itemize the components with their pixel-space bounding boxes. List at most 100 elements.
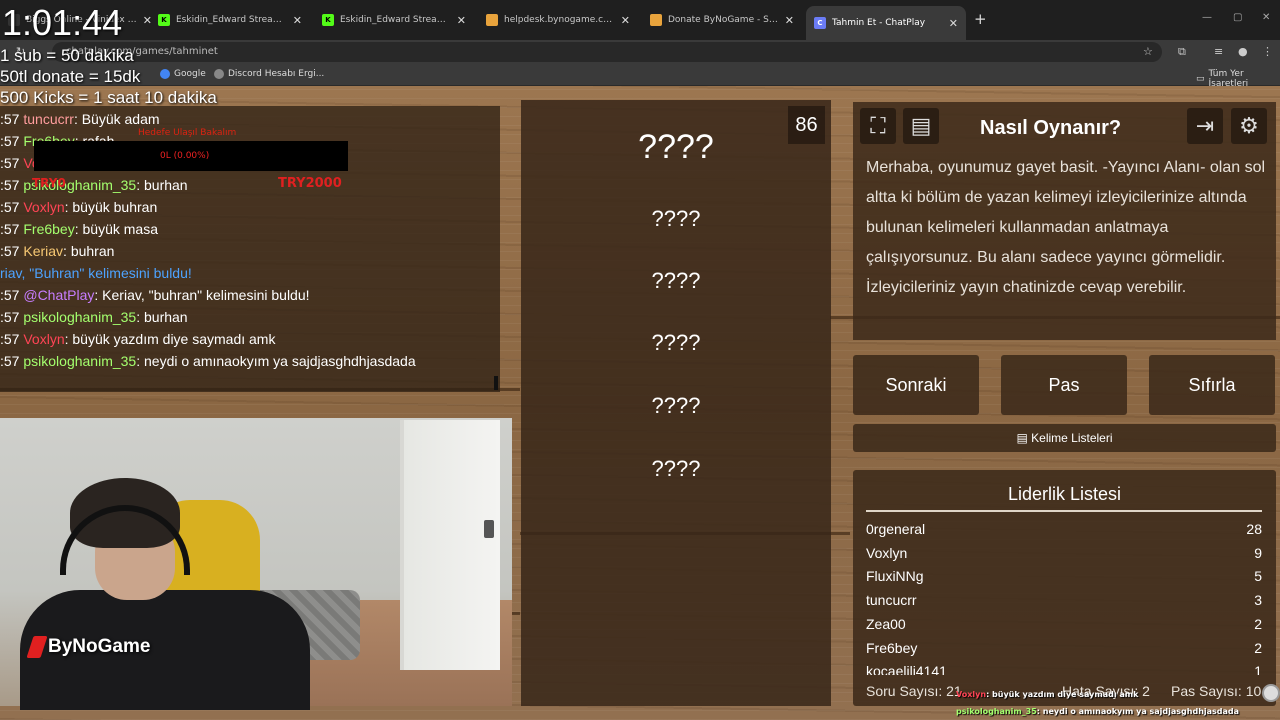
next-button[interactable]: Sonraki xyxy=(853,355,979,415)
chat-username[interactable]: Keriav xyxy=(23,243,63,259)
chat-text: büyük yazdım diye saymadı amk xyxy=(72,331,276,347)
pass-button[interactable]: Pas xyxy=(1001,355,1127,415)
chat-text: Büyük adam xyxy=(81,111,160,127)
chat-username[interactable]: @ChatPlay xyxy=(23,287,94,303)
chat-time: :57 xyxy=(0,353,20,369)
chat-username[interactable]: Voxlyn xyxy=(23,331,64,347)
chat-time: :57 xyxy=(0,199,20,215)
leaderboard-row: tuncucrr 3 xyxy=(866,592,1262,608)
goal-title: Hedefe Ulaşıl Bakalım xyxy=(138,128,237,138)
overlay-chat-message: Voxlyn: büyük yazdım diye saymadı amk xyxy=(956,690,1138,699)
leaderboard-name: 0rgeneral xyxy=(866,521,926,537)
leaderboard-row: FluxiNNg 5 xyxy=(866,568,1262,584)
leaderboard-title: Liderlik Listesi xyxy=(1007,484,1122,504)
leaderboard-score: 9 xyxy=(1254,544,1262,561)
list-icon: ▤ xyxy=(1016,431,1032,445)
google-icon xyxy=(160,69,170,79)
bynogame-icon xyxy=(650,14,662,26)
rate-donate: 50tl donate = 15dk xyxy=(0,67,141,86)
chat-separator: : xyxy=(94,287,103,303)
chat-text: buhran xyxy=(70,243,115,259)
close-window-icon[interactable]: ✕ xyxy=(1262,12,1270,23)
folder-icon: ▭ xyxy=(1196,74,1205,84)
tab-6-active[interactable]: C Tahmin Et - ChatPlay ✕ xyxy=(806,6,966,40)
chat-time: :57 xyxy=(0,155,20,171)
menu-icon[interactable]: ⋮ xyxy=(1262,45,1273,58)
leaderboard-name: FluxiNNg xyxy=(866,568,924,585)
media-icon[interactable]: ≡ xyxy=(1214,45,1223,58)
tab-bar: Biggs Online - Vinidex 1:1 ✕ K Eskidin_Edw… xyxy=(0,0,1280,40)
chat-time: :57 xyxy=(0,331,20,347)
chat-separator: : xyxy=(73,111,82,127)
chat-time: :57 xyxy=(0,287,20,303)
exit-icon[interactable]: ⇥ xyxy=(1187,108,1223,144)
chat-time: :57 xyxy=(0,111,20,127)
close-tab-icon[interactable]: ✕ xyxy=(949,17,958,30)
leaderboard-name: tuncucrr xyxy=(866,592,917,609)
chat-username[interactable]: psikologhanim_35 xyxy=(23,353,136,369)
leaderboard-score: 1 xyxy=(1254,663,1262,676)
chat-username[interactable]: Voxlyn xyxy=(23,199,64,215)
chat-message: :57 psikologhanim_35: neydi o amınaokyım… xyxy=(0,353,416,369)
leaderboard-divider xyxy=(866,510,1262,512)
pass-count: Pas Sayısı: 10 xyxy=(1171,683,1262,699)
profile-icon[interactable]: ● xyxy=(1238,45,1248,58)
how-to-play-title: Nasıl Oynanır? xyxy=(980,117,1122,139)
maximize-icon[interactable]: ▢ xyxy=(1233,12,1242,23)
chat-username[interactable]: Fre6bey xyxy=(23,221,74,237)
fullscreen-icon[interactable]: ⛶ xyxy=(860,108,896,144)
chat-scrollbar[interactable] xyxy=(494,376,498,390)
chat-separator: : xyxy=(74,221,83,237)
close-tab-icon[interactable]: ✕ xyxy=(457,14,466,27)
chat-separator: : xyxy=(136,177,144,193)
chat-username[interactable]: tuncucrr xyxy=(23,111,74,127)
bookmark-star-icon[interactable]: ☆ xyxy=(1143,45,1153,58)
overlay-chat-message: psikologhanim_35: neydi o amınaokyım ya … xyxy=(956,707,1239,716)
bookmark-discord[interactable]: Discord Hesabı Ergi... xyxy=(214,69,324,79)
bookmark-google[interactable]: Google xyxy=(160,69,206,79)
reset-button[interactable]: Sıfırla xyxy=(1149,355,1275,415)
chat-message: :57 psikologhanim_35: burhan xyxy=(0,177,188,193)
overlay-chat-username: psikologhanim_35 xyxy=(956,707,1037,716)
settings-gear-icon[interactable]: ⚙ xyxy=(1231,108,1267,144)
tab-4[interactable]: helpdesk.bynogame.com/dona✕ xyxy=(478,8,638,32)
subathon-timer: 1:01:44 xyxy=(2,2,123,43)
chat-separator: : xyxy=(63,243,71,259)
kick-icon: K xyxy=(322,14,334,26)
chat-text: burhan xyxy=(144,309,188,325)
address-toolbar: ↻ chatplay.com/games/tahminet ☆ ⧉ ≡ ● ⋮ xyxy=(0,40,1280,64)
tab-2[interactable]: KEskidin_Edward Stream - Watch✕ xyxy=(150,8,310,32)
chat-message: :57 tuncucrr: Büyük adam xyxy=(0,111,160,127)
minimize-icon[interactable]: — xyxy=(1202,12,1212,23)
chatplay-icon: C xyxy=(814,17,826,29)
close-tab-icon[interactable]: ✕ xyxy=(621,14,630,27)
chat-time: :57 xyxy=(0,177,20,193)
overlay-chat-text: : neydi o amınaokyım ya sajdjasghdhjasda… xyxy=(1036,707,1240,716)
address-bar[interactable]: chatplay.com/games/tahminet xyxy=(52,42,1162,62)
chat-message: :57 Fre6bey: büyük masa xyxy=(0,221,158,237)
word-lists-button[interactable]: ▤ Kelime Listeleri xyxy=(853,424,1276,452)
chat-separator: : xyxy=(136,309,144,325)
document-icon[interactable]: ▤ xyxy=(903,108,939,144)
rate-kicks: 500 Kicks = 1 saat 10 dakika xyxy=(0,88,217,107)
door-knob xyxy=(484,520,494,538)
close-tab-icon[interactable]: ✕ xyxy=(785,14,794,27)
close-tab-icon[interactable]: ✕ xyxy=(293,14,302,27)
extensions-icon[interactable]: ⧉ xyxy=(1178,45,1186,59)
forbidden-word: ???? xyxy=(651,456,701,481)
leaderboard-name: kocaelili4141 xyxy=(866,663,947,676)
webcam-door xyxy=(400,420,500,670)
leaderboard-row: Zea00 2 xyxy=(866,616,1262,632)
tab-5[interactable]: Donate ByNoGame - Streamer✕ xyxy=(642,8,802,32)
tab-3[interactable]: KEskidin_Edward Stream - Watch✕ xyxy=(314,8,474,32)
leaderboard-row: 0rgeneral 28 xyxy=(866,521,1262,537)
countdown-counter: 86 xyxy=(788,106,825,144)
leaderboard-name: Zea00 xyxy=(866,615,906,632)
kick-icon: K xyxy=(158,14,170,26)
leaderboard-name: Voxlyn xyxy=(866,544,908,561)
chat-text: büyük masa xyxy=(82,221,158,237)
bynogame-logo: ByNoGame xyxy=(26,636,150,658)
chat-username[interactable]: psikologhanim_35 xyxy=(23,309,136,325)
new-tab-icon[interactable]: + xyxy=(974,10,987,28)
forbidden-word: ???? xyxy=(651,330,701,355)
